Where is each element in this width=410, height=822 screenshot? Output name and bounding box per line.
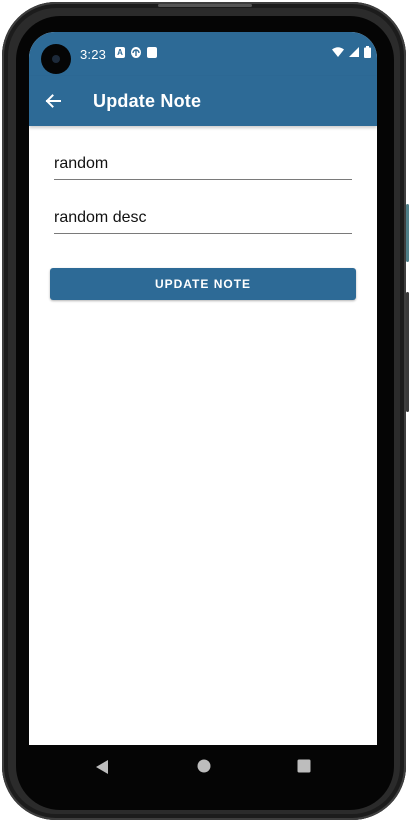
note-title-input[interactable]: [54, 150, 352, 180]
nav-back-button[interactable]: [95, 759, 109, 780]
wifi-icon: [332, 47, 344, 57]
a-notification-icon: A: [115, 47, 125, 58]
device-frame: 3:23 A Update Note random random desc UP…: [0, 0, 410, 822]
update-note-button[interactable]: UPDATE NOTE: [50, 268, 356, 300]
speaker-slot: [158, 4, 252, 7]
arrow-left-icon: [45, 94, 61, 108]
note-description-input[interactable]: [54, 204, 352, 234]
battery-icon: [364, 46, 371, 58]
app-screen: 3:23 A Update Note random random desc UP…: [29, 32, 377, 745]
volume-button[interactable]: [406, 292, 409, 412]
page-title: Update Note: [93, 91, 202, 111]
navigation-bar: [29, 745, 377, 790]
signal-icon: [349, 47, 359, 57]
status-time: 3:23: [80, 47, 107, 62]
sync-icon: [131, 47, 141, 58]
back-triangle-icon: [96, 760, 108, 774]
nav-recents-button[interactable]: [297, 759, 311, 778]
nav-home-button[interactable]: [197, 759, 211, 778]
sd-card-icon: [147, 47, 157, 58]
system-status-icons: [332, 46, 371, 58]
recents-square-icon: [297, 759, 311, 773]
status-bar: 3:23 A: [29, 32, 377, 76]
front-camera: [41, 44, 71, 74]
app-bar: Update Note: [29, 76, 377, 126]
power-button[interactable]: [406, 204, 409, 262]
back-button[interactable]: [41, 89, 65, 113]
home-circle-icon: [197, 759, 211, 773]
notification-icons: A: [115, 47, 157, 58]
